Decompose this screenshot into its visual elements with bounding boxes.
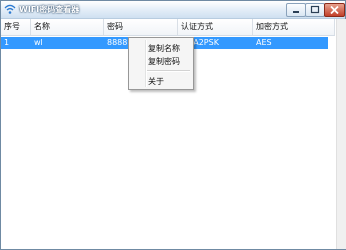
column-header-index[interactable]: 序号 — [1, 19, 31, 35]
context-menu: 复制名称 复制密码 关于 — [128, 37, 194, 90]
menu-item-about[interactable]: 关于 — [129, 75, 193, 88]
column-header-password[interactable]: 密码 — [104, 19, 178, 35]
column-header-auth[interactable]: 认证方式 — [178, 19, 253, 35]
row-name: wl — [34, 38, 43, 47]
close-icon — [330, 5, 339, 15]
column-header-name[interactable]: 名称 — [31, 19, 104, 35]
wifi-app-icon — [4, 4, 16, 14]
window-title: WIFI密码查看器 — [19, 5, 80, 14]
maximize-button[interactable] — [305, 3, 325, 17]
list-header: 序号 名称 密码 认证方式 加密方式 — [1, 19, 335, 36]
maximize-icon — [310, 5, 320, 14]
menu-item-copy-password[interactable]: 复制密码 — [129, 55, 193, 68]
menu-item-copy-name[interactable]: 复制名称 — [129, 42, 193, 55]
app-window: WIFI密码查看器 序号 名称 密码 认证方式 加密方式 1 wl 8888 W… — [0, 0, 346, 250]
minimize-button[interactable] — [286, 3, 306, 17]
minimize-icon — [293, 11, 299, 13]
row-encryption: AES — [256, 38, 272, 47]
close-button[interactable] — [324, 3, 345, 17]
row-index: 1 — [4, 38, 10, 47]
vertical-scrollbar[interactable] — [336, 19, 346, 249]
menu-separator — [147, 70, 190, 72]
title-bar[interactable]: WIFI密码查看器 — [1, 1, 345, 19]
column-header-encryption[interactable]: 加密方式 — [253, 19, 335, 35]
